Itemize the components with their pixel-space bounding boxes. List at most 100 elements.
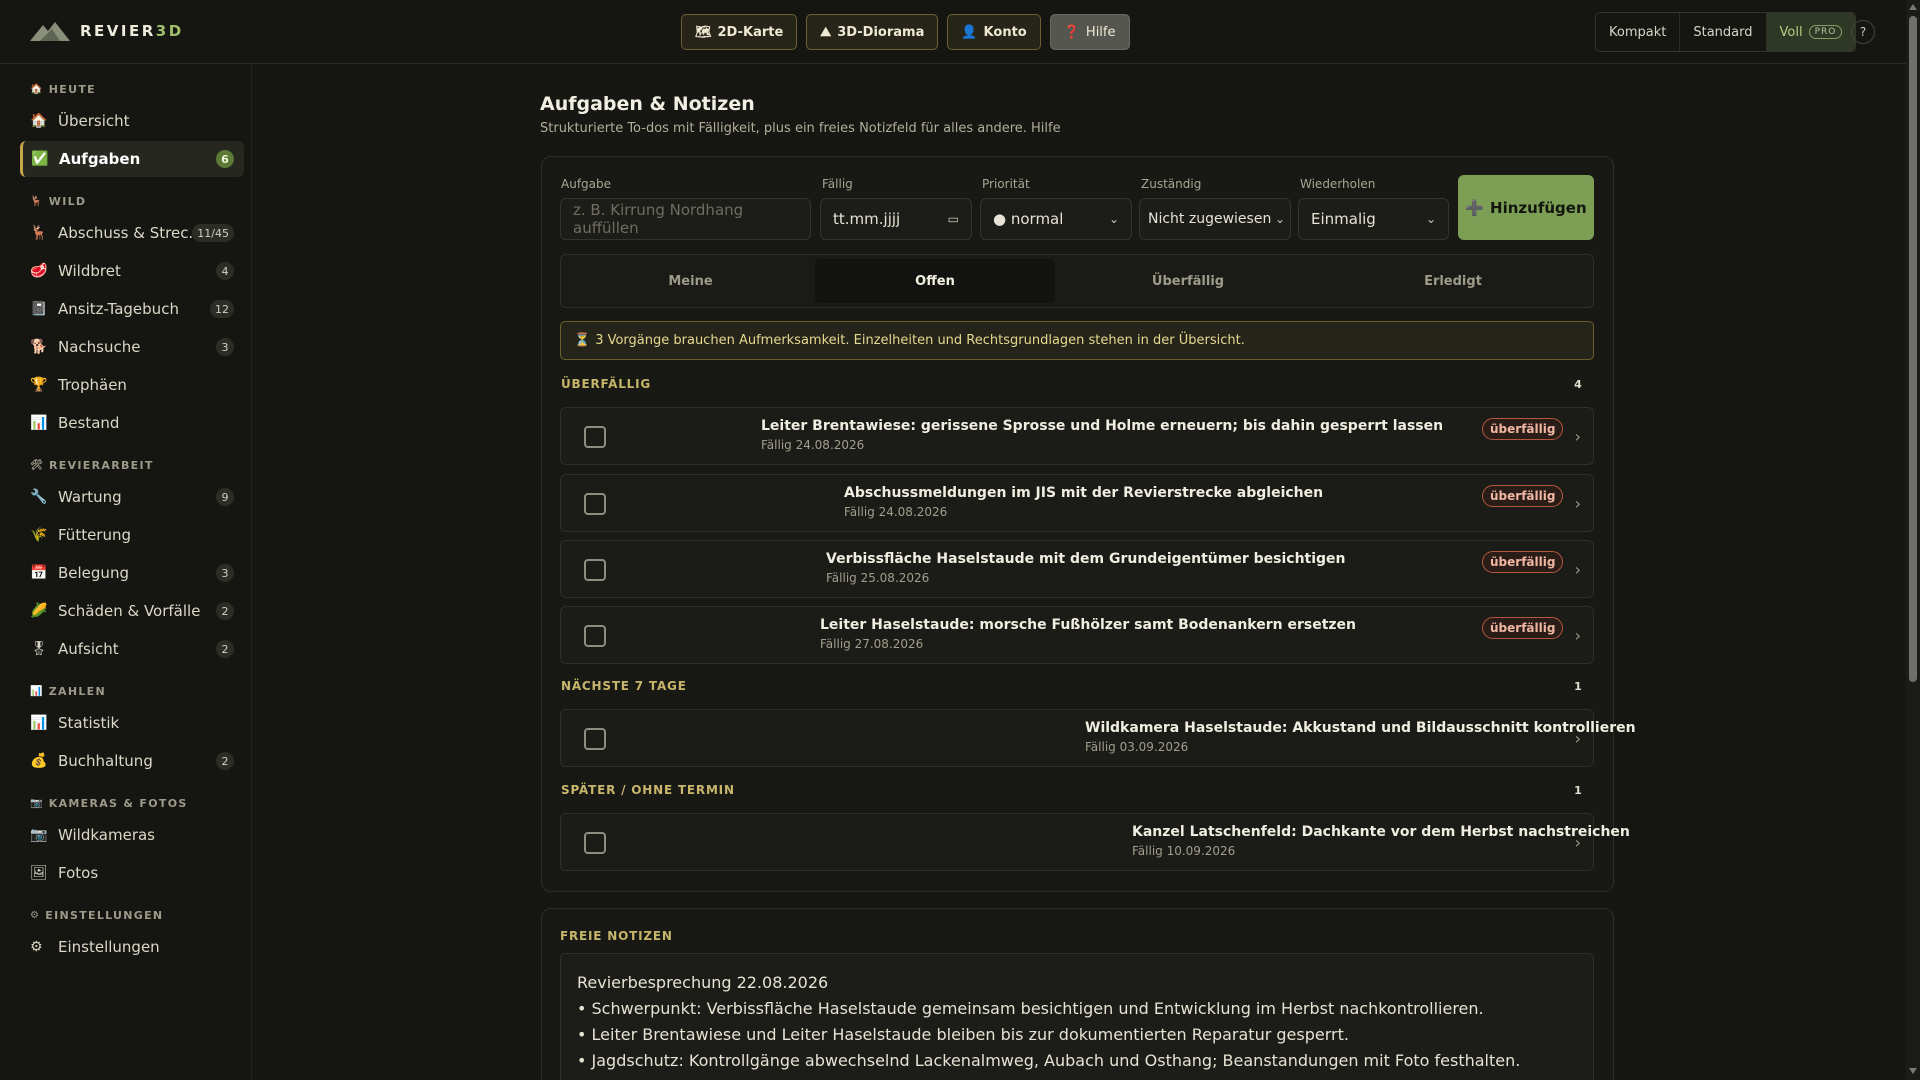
- sidebar-item-accounting[interactable]: 💰 Buchhaltung 2: [20, 743, 244, 779]
- chevron-right-icon[interactable]: ›: [1575, 427, 1581, 446]
- chevron-right-icon[interactable]: ›: [1575, 729, 1581, 748]
- grain-icon: 🌾: [30, 527, 48, 543]
- task-row[interactable]: Wildkamera Haselstaude: Akkustand und Bi…: [560, 709, 1636, 767]
- chevron-right-icon[interactable]: ›: [1575, 833, 1581, 852]
- app-logo[interactable]: REVIER3D: [30, 20, 184, 42]
- scroll-down-arrow-icon[interactable]: [1909, 1068, 1917, 1074]
- mountain-icon: ⛰: [820, 24, 832, 40]
- nav-account-button[interactable]: 👤 Konto: [947, 14, 1041, 50]
- deer-icon: 🦌: [30, 225, 48, 241]
- chevron-down-icon: ⌄: [1425, 212, 1436, 226]
- tab-open[interactable]: Offen: [815, 259, 1055, 303]
- nav-help-button[interactable]: ❓ Hilfe: [1049, 14, 1130, 50]
- medal-icon: 🎖: [30, 641, 48, 657]
- sidebar-item-wildlife-cameras[interactable]: 📷 Wildkameras: [20, 817, 244, 853]
- wrench-icon: 🔧: [30, 489, 48, 505]
- task-row[interactable]: Leiter Haselstaude: morsche Fußhölzer sa…: [560, 606, 1594, 664]
- task-due-date: Fällig 27.08.2026: [820, 637, 924, 651]
- sidebar-item-harvest[interactable]: 🦌 Abschuss & Strec... 11/45: [20, 215, 244, 251]
- repeat-select[interactable]: Einmalig ⌄: [1298, 198, 1449, 240]
- notes-line: Revierbesprechung 22.08.2026: [577, 973, 829, 992]
- task-checkbox[interactable]: [584, 426, 606, 448]
- priority-select[interactable]: ● normal ⌄: [980, 198, 1132, 240]
- sidebar-item-occupancy[interactable]: 📅 Belegung 3: [20, 555, 244, 591]
- sidebar-item-maintenance[interactable]: 🔧 Wartung 9: [20, 479, 244, 515]
- sidebar-item-feeding[interactable]: 🌾 Fütterung: [20, 517, 244, 553]
- question-icon: ❓: [1063, 24, 1080, 40]
- sidebar-item-supervision[interactable]: 🎖 Aufsicht 2: [20, 631, 244, 667]
- task-row[interactable]: Kanzel Latschenfeld: Dachkante vor dem H…: [560, 813, 1630, 871]
- task-due-date: Fällig 10.09.2026: [1132, 844, 1236, 858]
- sidebar-item-overview[interactable]: 🏠 Übersicht: [20, 103, 244, 139]
- notes-title: FREIE NOTIZEN: [560, 929, 673, 943]
- repeat-value: Einmalig: [1311, 210, 1376, 228]
- count-badge: 4: [216, 262, 234, 280]
- sidebar-item-damages[interactable]: 🌽 Schäden & Vorfälle 2: [20, 593, 244, 629]
- sidebar-item-label: Fütterung: [58, 526, 132, 544]
- chevron-right-icon[interactable]: ›: [1575, 626, 1581, 645]
- chevron-right-icon[interactable]: ›: [1575, 560, 1581, 579]
- task-checkbox[interactable]: [584, 493, 606, 515]
- nav-label: Konto: [983, 24, 1027, 40]
- group-count: 1: [1574, 784, 1582, 797]
- count-badge: 2: [216, 602, 234, 620]
- bar-chart-icon: 📊: [30, 686, 44, 697]
- task-checkbox[interactable]: [584, 559, 606, 581]
- group-count: 1: [1574, 680, 1582, 693]
- page-scrollbar[interactable]: [1906, 0, 1920, 1080]
- sidebar-item-trophies[interactable]: 🏆 Trophäen: [20, 367, 244, 403]
- tab-done[interactable]: Erledigt: [1321, 259, 1585, 303]
- task-due-date: Fällig 24.08.2026: [761, 438, 865, 452]
- sidebar-section-zahlen: 📊 ZAHLEN: [30, 685, 106, 698]
- sidebar-item-label: Belegung: [58, 564, 129, 582]
- pro-badge: PRO: [1808, 25, 1843, 39]
- sidebar-item-stock[interactable]: 📊 Bestand: [20, 405, 244, 441]
- notes-line: • Schwerpunkt: Verbissfläche Haselstaude…: [577, 999, 1484, 1018]
- sidebar-item-statistics[interactable]: 📊 Statistik: [20, 705, 244, 741]
- priority-label: Priorität: [982, 177, 1030, 191]
- sidebar-item-game-meat[interactable]: 🥩 Wildbret 4: [20, 253, 244, 289]
- group-title-overdue: ÜBERFÄLLIG: [561, 377, 652, 391]
- task-checkbox[interactable]: [584, 728, 606, 750]
- scroll-up-arrow-icon[interactable]: [1909, 4, 1917, 10]
- sidebar-item-photos[interactable]: 🖼 Fotos: [20, 855, 244, 891]
- task-row[interactable]: Leiter Brentawiese: gerissene Sprosse un…: [560, 407, 1594, 465]
- chevron-down-icon: ⌄: [1108, 212, 1119, 226]
- count-badge: 6: [216, 150, 234, 168]
- task-checkbox[interactable]: [584, 832, 606, 854]
- mode-compact-button[interactable]: Kompakt: [1596, 13, 1681, 51]
- chevron-right-icon[interactable]: ›: [1575, 494, 1581, 513]
- meat-icon: 🥩: [30, 263, 48, 279]
- nav-3d-diorama-button[interactable]: ⛰ 3D-Diorama: [806, 14, 939, 50]
- task-checkbox[interactable]: [584, 625, 606, 647]
- calendar-icon[interactable]: ▭: [948, 212, 959, 226]
- task-label: Aufgabe: [561, 177, 612, 191]
- priority-value: ● normal: [993, 210, 1064, 228]
- tab-overdue[interactable]: Überfällig: [1061, 259, 1315, 303]
- due-date-input[interactable]: tt.mm.jjjj ▭: [820, 198, 972, 240]
- task-input[interactable]: z. B. Kirrung Nordhang auffüllen: [560, 198, 811, 240]
- assignee-label: Zuständig: [1141, 177, 1202, 191]
- notes-textarea[interactable]: Revierbesprechung 22.08.2026 • Schwerpun…: [560, 953, 1594, 1080]
- home-icon: 🏠: [30, 113, 48, 129]
- mountain-logo-icon: [30, 22, 70, 41]
- sidebar-item-label: Wartung: [58, 488, 122, 506]
- count-badge: 9: [216, 488, 234, 506]
- task-title: Leiter Haselstaude: morsche Fußhölzer sa…: [820, 617, 1357, 633]
- chevron-down-icon: ⌄: [1274, 212, 1285, 226]
- help-icon-button[interactable]: ?: [1851, 20, 1875, 44]
- sidebar-item-tasks[interactable]: ✅ Aufgaben 6: [20, 141, 244, 177]
- task-row[interactable]: Abschussmeldungen im JIS mit der Reviers…: [560, 474, 1594, 532]
- map-icon: 🗺: [695, 24, 712, 40]
- assignee-select[interactable]: Nicht zugewiesen ⌄: [1139, 198, 1291, 240]
- task-row[interactable]: Verbissfläche Haselstaude mit dem Grunde…: [560, 540, 1594, 598]
- nav-2d-map-button[interactable]: 🗺 2D-Karte: [681, 14, 798, 50]
- mode-full-button[interactable]: Voll PRO: [1766, 13, 1856, 51]
- add-task-button[interactable]: ➕ Hinzufügen: [1458, 175, 1594, 240]
- mode-standard-button[interactable]: Standard: [1680, 13, 1767, 51]
- sidebar-item-hunting-diary[interactable]: 📓 Ansitz-Tagebuch 12: [20, 291, 244, 327]
- sidebar-item-tracking[interactable]: 🐕 Nachsuche 3: [20, 329, 244, 365]
- sidebar-item-settings[interactable]: ⚙ Einstellungen: [20, 929, 244, 965]
- tab-mine[interactable]: Meine: [571, 259, 810, 303]
- scroll-thumb[interactable]: [1909, 16, 1917, 682]
